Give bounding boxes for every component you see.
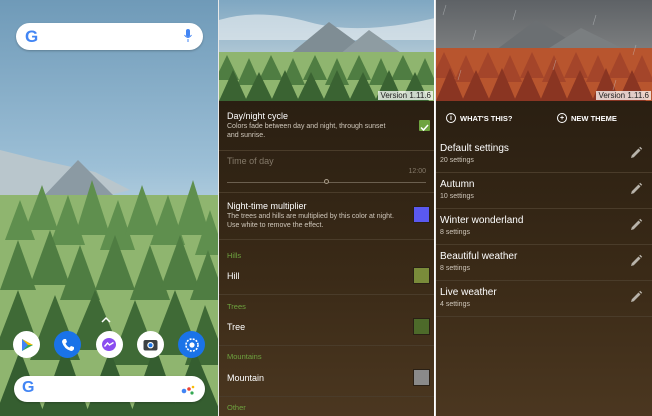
time-of-day-label: Time of day <box>227 156 274 166</box>
google-logo: G <box>25 27 39 46</box>
day-night-title: Day/night cycle <box>227 111 289 121</box>
forest-preview-image <box>219 0 434 101</box>
google-bottom-search-bar[interactable]: G <box>14 376 205 402</box>
phone-icon[interactable] <box>54 331 82 358</box>
night-multiplier-description: The trees and hills are multiplied by th… <box>227 213 394 229</box>
app-dock <box>13 331 205 361</box>
day-night-cycle-row[interactable]: Day/night cycle Colors fade between day … <box>227 111 426 140</box>
theme-name: Beautiful weather <box>440 251 518 262</box>
checkmark-icon <box>420 124 429 132</box>
preview-header: Version 1.11.6 <box>436 0 652 101</box>
day-night-checkbox[interactable] <box>419 120 430 132</box>
divider <box>219 192 434 193</box>
version-label: Version 1.11.6 <box>596 91 651 100</box>
microphone-icon[interactable] <box>184 29 192 42</box>
edit-icon[interactable] <box>629 182 643 196</box>
themes-screen: Version 1.11.6 i WHAT'S THIS? + NEW THEM… <box>435 0 652 416</box>
new-theme-label: NEW THEME <box>571 113 617 123</box>
theme-name: Winter wonderland <box>440 215 524 226</box>
tree-color-swatch[interactable] <box>413 318 430 335</box>
edit-icon[interactable] <box>629 254 643 268</box>
time-of-day-value: 12:00 <box>408 168 426 175</box>
time-of-day-row: Time of day <box>227 156 426 166</box>
theme-item-autumn[interactable]: Autumn 10 settings <box>436 173 652 209</box>
google-logo: G <box>22 379 35 396</box>
autumn-preview-image <box>436 0 652 101</box>
whats-this-label: WHAT'S THIS? <box>460 113 513 123</box>
divider <box>219 150 434 151</box>
divider <box>219 345 434 346</box>
info-icon: i <box>446 113 456 123</box>
hill-color-swatch[interactable] <box>413 267 430 284</box>
plus-icon: + <box>557 113 567 123</box>
home-screen: G G <box>0 0 218 416</box>
tree-label[interactable]: Tree <box>227 322 426 332</box>
mountain-color-swatch[interactable] <box>413 369 430 386</box>
settings-list: Day/night cycle Colors fade between day … <box>219 101 434 416</box>
messenger-icon[interactable] <box>95 331 123 358</box>
google-search-bar[interactable]: G <box>16 23 203 50</box>
theme-name: Live weather <box>440 287 497 298</box>
new-theme-button[interactable]: + NEW THEME <box>557 113 617 123</box>
version-label: Version 1.11.6 <box>378 91 433 100</box>
night-multiplier-row[interactable]: Night-time multiplier The trees and hill… <box>227 201 426 230</box>
theme-item-default[interactable]: Default settings 20 settings <box>436 137 652 173</box>
day-night-description: Colors fade between day and night, throu… <box>227 123 386 139</box>
time-of-day-slider-knob[interactable] <box>324 179 329 184</box>
edit-icon[interactable] <box>629 290 643 304</box>
play-store-icon[interactable] <box>13 331 40 358</box>
divider <box>219 294 434 295</box>
hills-section-header: Hills <box>227 251 242 260</box>
camera-icon[interactable] <box>136 331 164 358</box>
settings-icon[interactable] <box>178 331 205 358</box>
mountains-section-header: Mountains <box>227 352 262 361</box>
preview-header: Version 1.11.6 <box>219 0 434 101</box>
trees-section-header: Trees <box>227 302 246 311</box>
divider <box>219 396 434 397</box>
app-drawer-chevron-icon[interactable] <box>101 316 111 324</box>
theme-item-winter-wonderland[interactable]: Winter wonderland 8 settings <box>436 209 652 245</box>
theme-count: 4 settings <box>440 301 470 308</box>
hill-label[interactable]: Hill <box>227 271 426 281</box>
google-assistant-icon[interactable] <box>181 384 195 396</box>
themes-list: i WHAT'S THIS? + NEW THEME Default setti… <box>436 101 652 416</box>
theme-count: 8 settings <box>440 265 470 272</box>
theme-count: 10 settings <box>440 193 474 200</box>
theme-name: Autumn <box>440 179 475 190</box>
whats-this-button[interactable]: i WHAT'S THIS? <box>446 113 512 123</box>
edit-icon[interactable] <box>629 146 643 160</box>
edit-icon[interactable] <box>629 218 643 232</box>
theme-item-live-weather[interactable]: Live weather 4 settings <box>436 281 652 317</box>
theme-item-beautiful-weather[interactable]: Beautiful weather 8 settings <box>436 245 652 281</box>
theme-count: 8 settings <box>440 229 470 236</box>
night-multiplier-title: Night-time multiplier <box>227 201 307 211</box>
mountain-label[interactable]: Mountain <box>227 373 426 383</box>
other-section-header: Other <box>227 403 246 412</box>
night-multiplier-color-swatch[interactable] <box>413 206 430 223</box>
divider <box>219 239 434 240</box>
theme-count: 20 settings <box>440 157 474 164</box>
theme-name: Default settings <box>440 143 509 154</box>
wallpaper-settings-screen: Version 1.11.6 Day/night cycle Colors fa… <box>218 0 434 416</box>
